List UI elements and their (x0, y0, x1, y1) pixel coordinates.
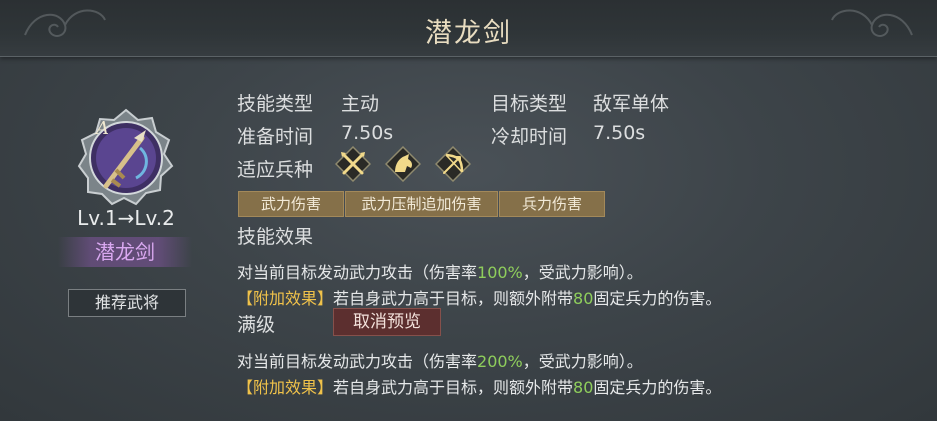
recommend-general-button[interactable]: 推荐武将 (68, 289, 186, 317)
spear-icon[interactable] (335, 146, 371, 182)
effect-line-1: 对当前目标发动武力攻击（伤害率100%，受武力影响）。 (237, 259, 643, 283)
target-type-label: 目标类型 (491, 93, 568, 115)
grade-badge: A (96, 118, 109, 139)
unit-types-label: 适应兵种 (237, 159, 314, 181)
target-type-value: 敌军单体 (593, 93, 670, 115)
max-extra-tag: 【附加效果】 (237, 378, 334, 397)
max-level-label: 满级 (237, 314, 276, 336)
tag-troop-damage: 兵力伤害 (499, 191, 605, 217)
cancel-preview-button[interactable]: 取消预览 (333, 308, 441, 336)
skill-name-plate: 潜龙剑 (58, 237, 192, 267)
max-damage-rate: 200% (477, 352, 523, 371)
max-line-1: 对当前目标发动武力攻击（伤害率200%，受武力影响）。 (237, 348, 643, 372)
archer-icon[interactable] (435, 146, 471, 182)
level-text: Lv.1→Lv.2 (77, 206, 175, 230)
max-line-2: 【附加效果】若自身武力高于目标，则额外附带80固定兵力的伤害。 (237, 374, 721, 398)
skill-type-label: 技能类型 (237, 93, 314, 115)
effect-line-1-pre: 对当前目标发动武力攻击（伤害率 (237, 263, 478, 282)
effect-line-2: 【附加效果】若自身武力高于目标，则额外附带80固定兵力的伤害。 (237, 285, 721, 309)
max-line-2-post: 固定兵力的伤害。 (593, 378, 722, 397)
effect-damage-rate: 100% (477, 263, 523, 282)
effect-extra-value: 80 (573, 289, 594, 308)
tag-force-damage: 武力伤害 (238, 191, 344, 217)
effect-line-2-post: 固定兵力的伤害。 (593, 289, 722, 308)
max-line-1-post: ，受武力影响）。 (522, 352, 643, 371)
effect-line-2-pre: 若自身武力高于目标，则额外附带 (333, 289, 574, 308)
tag-force-suppress-extra-damage: 武力压制追加伤害 (345, 191, 498, 217)
effect-extra-tag: 【附加效果】 (237, 289, 334, 308)
page-title: 潜龙剑 (425, 18, 512, 49)
max-line-1-pre: 对当前目标发动武力攻击（伤害率 (237, 352, 478, 371)
cooldown-value: 7.50s (593, 122, 646, 144)
skill-emblem-icon[interactable] (76, 108, 176, 208)
skill-name: 潜龙剑 (95, 240, 155, 264)
cooldown-label: 冷却时间 (491, 126, 568, 148)
prep-time-value: 7.50s (341, 122, 394, 144)
prep-time-label: 准备时间 (237, 126, 314, 148)
header-bar: 潜龙剑 (0, 0, 937, 57)
skill-effect-label: 技能效果 (237, 226, 314, 248)
skill-type-value: 主动 (341, 93, 380, 115)
cavalry-icon[interactable] (385, 146, 421, 182)
max-line-2-pre: 若自身武力高于目标，则额外附带 (333, 378, 574, 397)
max-extra-value: 80 (573, 378, 594, 397)
effect-line-1-post: ，受武力影响）。 (522, 263, 643, 282)
